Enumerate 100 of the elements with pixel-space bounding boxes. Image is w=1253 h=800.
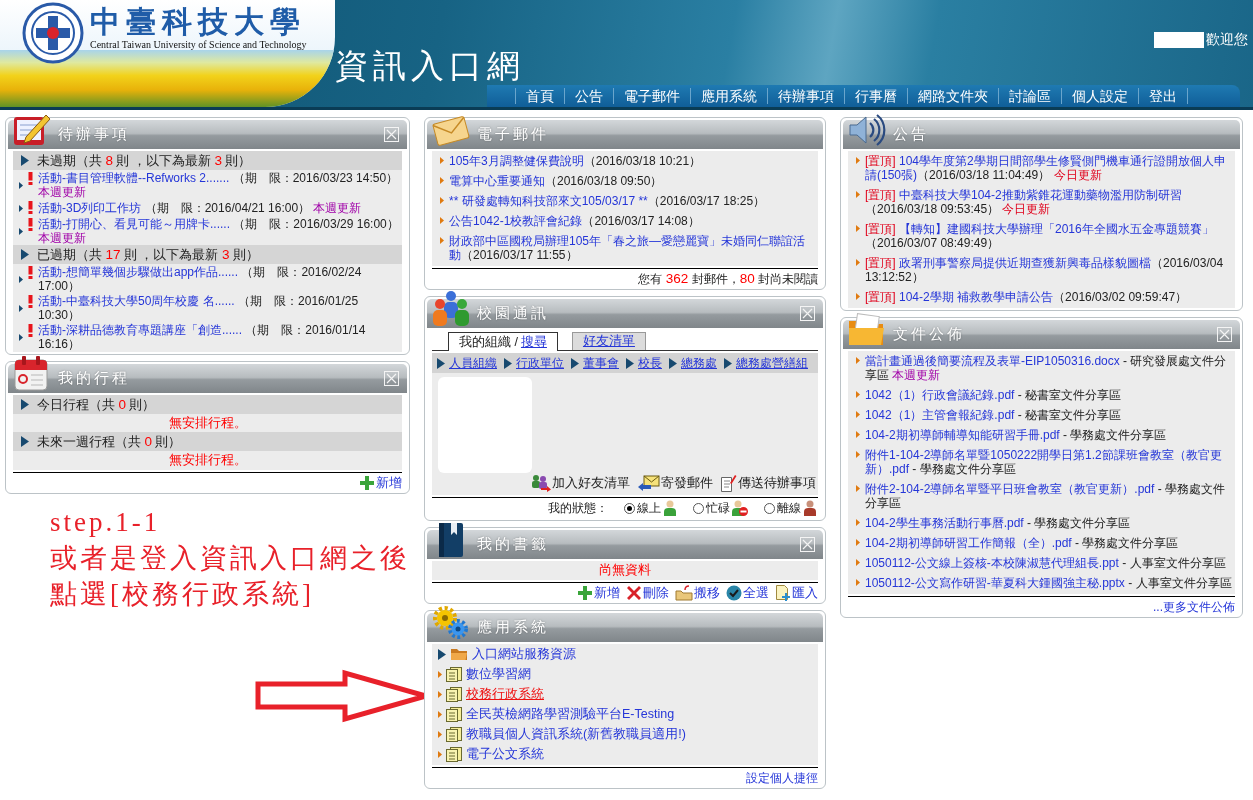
announcement-item[interactable]: [置頂] 104-2學期 補救教學申請公告（2016/03/02 09:59:47） (865, 290, 1233, 304)
bullet-icon (19, 227, 23, 235)
mail-item[interactable]: ** 研發處轉知科技部來文105/03/17 **（2016/03/17 18:25） (449, 194, 816, 208)
breadcrumb-link[interactable]: 校長 (638, 354, 662, 372)
close-icon[interactable] (800, 306, 815, 321)
action-link[interactable]: 新增 (359, 474, 402, 491)
close-icon[interactable] (1217, 327, 1232, 342)
todo-item[interactable]: 活動-書目管理軟體--Refworks 2....... （期 限：2016/03/23 14:50） 本週更新 (38, 171, 400, 199)
action-link[interactable]: 搬移 (675, 584, 720, 601)
envelope-arrow-icon (638, 475, 660, 491)
plus-icon (577, 584, 593, 601)
action-link[interactable]: 寄發郵件 (638, 474, 713, 492)
announcement-item[interactable]: [置頂] 【轉知】建國科技大學辦理「2016年全國水五金專題競賽」 （2016/03/07 08:49:49） (865, 222, 1233, 250)
document-item[interactable]: 1050112-公文寫作研習-華夏科大鍾國強主秘.pptx - 人事室文件分享區 (865, 576, 1233, 590)
empty-message: 無安排行程。 (167, 452, 248, 469)
panel-title: 待辦事項 (58, 125, 131, 144)
todo-item[interactable]: 活動-深耕品德教育專題講座「創造...... （期 限：2016/01/14 16:16） (38, 323, 400, 351)
document-item[interactable]: 1042（1）行政會議紀錄.pdf - 秘書室文件分享區 (865, 388, 1233, 402)
breadcrumb-link[interactable]: 董事會 (583, 354, 619, 372)
document-plus-icon (775, 584, 791, 601)
action-link[interactable]: 全選 (726, 584, 769, 601)
close-icon[interactable] (384, 371, 399, 386)
status-option-label: 忙碌 (706, 499, 730, 517)
system-link[interactable]: 數位學習網 (466, 665, 531, 683)
document-item[interactable]: 當計畫通過後簡要流程及表單-EIP1050316.docx - 研究發展處文件分享區 本週更新 (865, 354, 1233, 382)
radio-button[interactable] (693, 502, 704, 514)
mail-item[interactable]: 電算中心重要通知（2016/03/18 09:50） (449, 174, 816, 188)
people-icon (431, 290, 471, 328)
mail-item[interactable]: 公告1042-1校教評會紀錄（2016/03/17 14:08） (449, 214, 816, 228)
radio-button[interactable] (624, 502, 635, 514)
radio-button[interactable] (764, 502, 775, 514)
empty-message: 無安排行程。 (167, 415, 248, 432)
exclamation-icon (28, 218, 33, 231)
system-link[interactable]: 全民英檢網路學習測驗平台E-Testing (466, 705, 675, 723)
nav-link[interactable]: 應用系統 (690, 88, 767, 104)
delete-icon (626, 584, 642, 601)
close-icon[interactable] (800, 537, 815, 552)
section-bar[interactable]: 今日行程（共 0 則） (13, 395, 402, 414)
section-bar[interactable]: 未來一週行程（共 0 則） (13, 432, 402, 451)
nav-link[interactable]: 行事曆 (844, 88, 907, 104)
document-item[interactable]: 附件1-104-2導師名單暨1050222開學日第1.2節課班會教室（教官更新）.pdf - 學務處文件分享區 (865, 448, 1233, 476)
tab[interactable]: 好友清單 (571, 332, 646, 350)
nav-link[interactable]: 首頁 (515, 88, 564, 104)
nav-link[interactable]: 討論區 (998, 88, 1061, 104)
bullet-icon (438, 710, 442, 718)
todo-item[interactable]: 活動-想簡單幾個步驟做出app作品...... （期 限：2016/02/24 17:00） (38, 265, 400, 293)
bullet-icon (438, 750, 442, 758)
section-title: 已過期（共 17 則 ，以下為最新 3 則） (37, 246, 259, 263)
system-link[interactable]: 校務行政系統 (466, 685, 544, 703)
status-option-label: 線上 (637, 499, 661, 517)
document-item[interactable]: 附件2-104-2導師名單暨平日班會教室（教官更新）.pdf - 學務處文件分享區 (865, 482, 1233, 510)
folder-icon (450, 647, 468, 661)
todo-item[interactable]: 活動-中臺科技大學50周年校慶 名...... （期 限：2016/01/25 10:30） (38, 294, 400, 322)
breadcrumb-link[interactable]: 總務處營繕組 (736, 354, 808, 372)
bullet-icon (856, 357, 860, 364)
document-item[interactable]: 104-2期初導師研習工作簡報（全）.pdf - 學務處文件分享區 (865, 536, 1233, 550)
search-link[interactable]: 搜尋 (520, 333, 547, 351)
tab[interactable]: 我的組織 / 搜尋 (448, 332, 558, 351)
bullet-icon (19, 204, 23, 212)
nav-link[interactable]: 網路文件夾 (907, 88, 998, 104)
nav-link[interactable]: 公告 (564, 88, 613, 104)
panel-title: 應用系統 (477, 618, 550, 637)
section-bar[interactable]: 已過期（共 17 則 ，以下為最新 3 則） (13, 245, 402, 264)
section-bar[interactable]: 未過期（共 8 則 ，以下為最新 3 則） (13, 151, 402, 170)
more-documents-link[interactable]: ...更多文件公佈 (1153, 598, 1235, 615)
system-link[interactable]: 電子公文系統 (466, 745, 544, 763)
breadcrumb-link[interactable]: 總務處 (681, 354, 717, 372)
triangle-icon (438, 648, 446, 660)
breadcrumb-link[interactable]: 人員組織 (449, 354, 497, 372)
bullet-icon (438, 670, 442, 678)
document-item[interactable]: 104-2學生事務活動行事曆.pdf - 學務處文件分享區 (865, 516, 1233, 530)
document-item[interactable]: 1042（1）主管會報紀錄.pdf - 秘書室文件分享區 (865, 408, 1233, 422)
system-link[interactable]: 入口網站服務資源 (472, 645, 576, 663)
action-link[interactable]: 匯入 (775, 584, 818, 601)
site-title: 資訊入口網 (335, 49, 525, 83)
mail-item[interactable]: 105年3月調整健保費說明（2016/03/18 10:21） (449, 154, 816, 168)
bullet-icon (856, 559, 860, 566)
announcement-item[interactable]: [置頂] 104學年度第2學期日間部學生修賢側門機車通行證開放個人申請(150張)（2016/03/18 11:04:49） 今日更新 (865, 154, 1233, 182)
announcement-item[interactable]: [置頂] 中臺科技大學104-2推動紫錐花運動藥物濫用防制研習 （2016/03/18 09:53:45） 今日更新 (865, 188, 1233, 216)
nav-link[interactable]: 登出 (1138, 88, 1188, 104)
action-link[interactable]: 刪除 (626, 584, 669, 601)
nav-link[interactable]: 待辦事項 (767, 88, 844, 104)
document-item[interactable]: 1050112-公文線上簽核-本校陳淑慧代理組長.ppt - 人事室文件分享區 (865, 556, 1233, 570)
action-link[interactable]: 傳送待辦事項 (721, 474, 816, 492)
nav-link[interactable]: 電子郵件 (613, 88, 690, 104)
close-icon[interactable] (384, 127, 399, 142)
mail-item[interactable]: 財政部中區國稅局辦理105年「春之旅—愛戀麗寶」未婚同仁聯誼活動（2016/03/17 11:55） (449, 234, 816, 262)
action-link[interactable]: 新增 (577, 584, 620, 601)
shortcut-settings-link[interactable]: 設定個人捷徑 (746, 769, 818, 786)
triangle-icon (21, 155, 29, 166)
breadcrumb-link[interactable]: 行政單位 (516, 354, 564, 372)
triangle-icon (626, 357, 634, 369)
todo-item[interactable]: 活動-3D列印工作坊 （期 限：2016/04/21 16:00） 本週更新 (38, 201, 400, 215)
announcement-item[interactable]: [置頂] 政署刑事警察局提供近期查獲新興毒品樣貌圖檔（2016/03/04 13:12:52） (865, 256, 1233, 284)
system-link[interactable]: 教職員個人資訊系統(新舊教職員適用!) (466, 725, 686, 743)
todo-item[interactable]: 活動-打開心、看見可能～用牌卡...... （期 限：2016/03/29 16:00） 本週更新 (38, 217, 400, 245)
document-item[interactable]: 104-2期初導師輔導知能研習手冊.pdf - 學務處文件分享區 (865, 428, 1233, 442)
bullet-icon (856, 579, 860, 586)
nav-link[interactable]: 個人設定 (1061, 88, 1138, 104)
action-link[interactable]: 加入好友清單 (531, 474, 630, 492)
